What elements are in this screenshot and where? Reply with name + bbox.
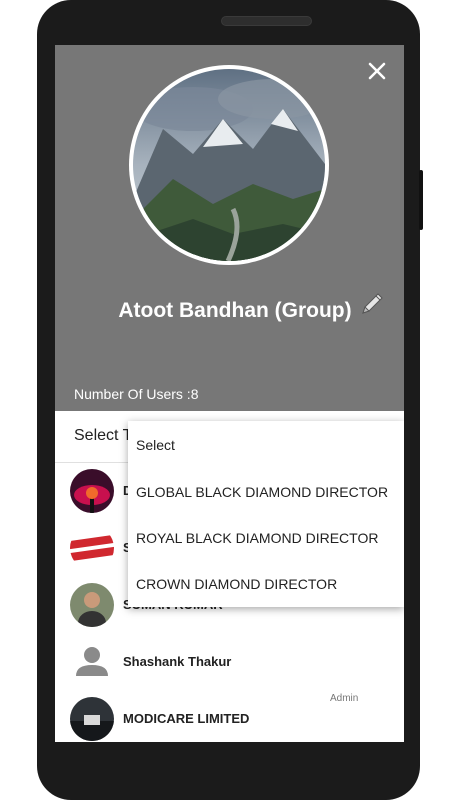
group-photo — [133, 69, 325, 261]
member-row[interactable]: Shashank Thakur — [55, 634, 404, 691]
admin-badge: Admin — [330, 693, 359, 704]
pencil-icon[interactable] — [359, 291, 385, 317]
screen: Atoot Bandhan (Group) Number Of Users :8… — [55, 45, 404, 742]
member-avatar — [70, 697, 114, 741]
group-name: Atoot Bandhan (Group) — [118, 299, 352, 322]
dropdown-option[interactable]: Select — [136, 437, 175, 453]
dropdown-option[interactable]: CROWN DIAMOND DIRECTOR — [136, 576, 337, 592]
member-name: Shashank Thakur — [123, 654, 232, 669]
group-header: Atoot Bandhan (Group) Number Of Users :8 — [55, 45, 404, 411]
close-icon[interactable] — [366, 60, 388, 82]
user-count: Number Of Users :8 — [74, 386, 199, 402]
member-avatar — [70, 469, 114, 513]
side-button — [419, 170, 423, 230]
member-avatar — [70, 526, 114, 570]
type-select-label: Select T — [74, 427, 133, 444]
member-name: MODICARE LIMITED — [123, 711, 250, 726]
member-avatar — [70, 583, 114, 627]
person-icon — [70, 640, 114, 684]
speaker-grille — [221, 16, 312, 26]
type-dropdown-menu: Select GLOBAL BLACK DIAMOND DIRECTOR ROY… — [128, 421, 404, 607]
member-row[interactable]: MODICARE LIMITED Admin — [55, 691, 404, 742]
dropdown-option[interactable]: GLOBAL BLACK DIAMOND DIRECTOR — [136, 484, 388, 500]
group-avatar[interactable] — [129, 65, 329, 265]
dropdown-option[interactable]: ROYAL BLACK DIAMOND DIRECTOR — [136, 530, 378, 546]
